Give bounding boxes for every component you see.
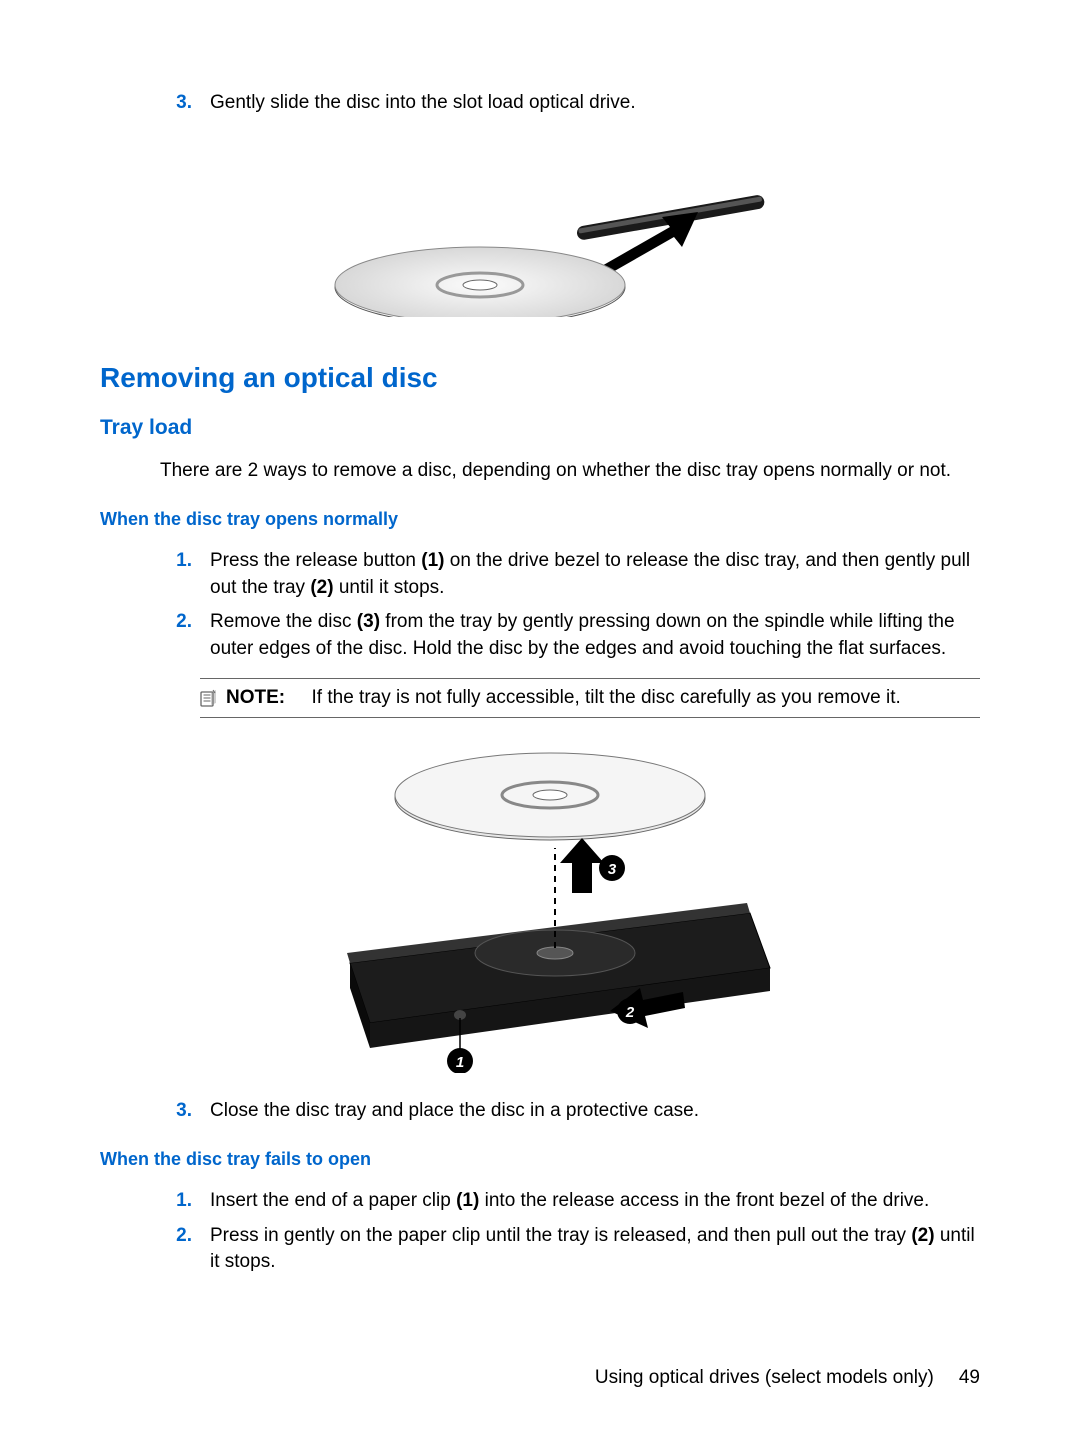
heading-tray-opens-normally: When the disc tray opens normally bbox=[100, 509, 980, 530]
step-text: Insert the end of a paper clip (1) into … bbox=[210, 1188, 980, 1215]
tray-load-intro: There are 2 ways to remove a disc, depen… bbox=[160, 458, 980, 485]
steps-tray-opens-normally: 1.Press the release button (1) on the dr… bbox=[160, 548, 980, 662]
step-text: Press in gently on the paper clip until … bbox=[210, 1223, 980, 1276]
note-content: NOTE: If the tray is not fully accessibl… bbox=[226, 687, 901, 709]
figure-slot-load-disc bbox=[300, 157, 780, 317]
step-text: Remove the disc (3) from the tray by gen… bbox=[210, 609, 980, 662]
note-text: If the tray is not fully accessible, til… bbox=[312, 687, 901, 708]
step-normal-3: 3. Close the disc tray and place the dis… bbox=[160, 1098, 980, 1125]
step-text: Gently slide the disc into the slot load… bbox=[210, 90, 980, 117]
step-number: 3. bbox=[160, 90, 210, 117]
heading-removing-optical-disc: Removing an optical disc bbox=[100, 362, 980, 394]
list-item: 2.Remove the disc (3) from the tray by g… bbox=[160, 609, 980, 662]
note-icon bbox=[200, 689, 218, 707]
figure-tray-remove-disc: 3 2 1 bbox=[300, 743, 800, 1073]
steps-tray-fails: 1.Insert the end of a paper clip (1) int… bbox=[160, 1188, 980, 1276]
note-box: NOTE: If the tray is not fully accessibl… bbox=[200, 678, 980, 718]
step-intro-3: 3. Gently slide the disc into the slot l… bbox=[160, 90, 980, 117]
svg-text:2: 2 bbox=[625, 1004, 635, 1021]
step-number: 1. bbox=[160, 548, 210, 601]
note-label: NOTE: bbox=[226, 687, 285, 708]
list-item: 1.Press the release button (1) on the dr… bbox=[160, 548, 980, 601]
list-item: 1.Insert the end of a paper clip (1) int… bbox=[160, 1188, 980, 1215]
list-item: 2.Press in gently on the paper clip unti… bbox=[160, 1223, 980, 1276]
heading-tray-load: Tray load bbox=[100, 416, 980, 440]
step-text: Press the release button (1) on the driv… bbox=[210, 548, 980, 601]
footer-section-title: Using optical drives (select models only… bbox=[595, 1367, 934, 1389]
step-number: 3. bbox=[160, 1098, 210, 1125]
step-number: 2. bbox=[160, 1223, 210, 1276]
footer-page-number: 49 bbox=[959, 1367, 980, 1389]
svg-text:3: 3 bbox=[608, 861, 617, 878]
step-number: 2. bbox=[160, 609, 210, 662]
step-number: 1. bbox=[160, 1188, 210, 1215]
svg-text:1: 1 bbox=[456, 1054, 464, 1071]
page-footer: Using optical drives (select models only… bbox=[595, 1367, 980, 1389]
step-text: Close the disc tray and place the disc i… bbox=[210, 1098, 980, 1125]
heading-tray-fails-open: When the disc tray fails to open bbox=[100, 1149, 980, 1170]
